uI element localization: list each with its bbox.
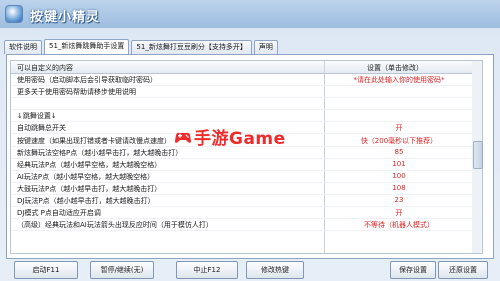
setting-value[interactable]: 开: [325, 208, 473, 218]
title-bar[interactable]: 按键小精灵: [0, 0, 500, 28]
setting-name: 更多关于使用密码帮助请移步使用说明: [17, 88, 136, 97]
setting-value[interactable]: 100: [325, 172, 473, 180]
vertical-scrollbar[interactable]: [472, 60, 483, 254]
setting-name: 经典玩法P点（越小越早空格，越大越晚空格）: [17, 160, 162, 169]
table-row[interactable]: （高级）经典玩法和AI玩法箭头出现反应时间（用于模仿人打） 不等待（机器人模式）: [11, 219, 473, 232]
column-header-setting[interactable]: 设置（单击修改）: [367, 63, 423, 73]
watermark-logo: 手游Game: [174, 124, 286, 149]
setting-value[interactable]: *请在此处输入你的使用密码*: [325, 75, 473, 85]
table-row[interactable]: 经典玩法P点（越小越早空格，越大越晚空格） 101: [11, 159, 473, 171]
setting-value[interactable]: 23: [325, 196, 473, 204]
setting-name: DJ玩法P点（越小越早击打，越大越晚击打）: [17, 197, 155, 205]
save-settings-button[interactable]: 保存设置: [390, 261, 436, 279]
setting-name: 按键速度（如果出现打错或者卡键请改慢点速度）: [17, 136, 171, 145]
stop-button[interactable]: 中止F12: [176, 261, 238, 279]
restore-settings-button[interactable]: 还原设置: [438, 261, 488, 279]
game-controller-icon: [175, 132, 191, 143]
table-row[interactable]: 使用密码（启动脚本后会引导获取临时密码） *请在此处输入你的使用密码*: [11, 74, 473, 86]
setting-value[interactable]: 开: [325, 123, 473, 133]
tab-statement[interactable]: 声明: [253, 40, 278, 54]
setting-name: 自动跳舞总开关: [17, 124, 66, 133]
setting-name: ↓跳舞设置↓: [17, 112, 57, 121]
setting-name: DJ模式 P点自动适应开启调: [17, 209, 101, 218]
setting-name: 新炫舞玩法空格P点（越小越早击打，越大越晚击打）: [17, 148, 183, 157]
table-header: 可以自定义的内容 设置（单击修改）: [11, 61, 473, 74]
change-hotkey-button[interactable]: 修改热键: [246, 261, 304, 279]
table-row[interactable]: 更多关于使用密码帮助请移步使用说明: [11, 86, 473, 99]
watermark-text: 手游Game: [194, 129, 286, 149]
start-button[interactable]: 启动F11: [14, 261, 78, 279]
settings-table: 可以自定义的内容 设置（单击修改） 使用密码（启动脚本后会引导获取临时密码） *请…: [10, 60, 474, 254]
setting-value[interactable]: 101: [325, 160, 473, 168]
setting-value[interactable]: 85: [325, 148, 473, 156]
tab-bean-score[interactable]: 51_新炫舞打豆豆刷分【支持多开】: [131, 40, 252, 54]
scrollbar-thumb[interactable]: [473, 141, 483, 169]
tab-bar: 软件说明 51_新炫舞跳舞助手设置 51_新炫舞打豆豆刷分【支持多开】 声明: [4, 39, 280, 54]
table-row[interactable]: AI玩法P点（越小越早空格，越大越晚空格） 100: [11, 171, 473, 183]
tab-dance-assistant-settings[interactable]: 51_新炫舞跳舞助手设置: [44, 39, 130, 54]
tab-software-info[interactable]: 软件说明: [4, 40, 42, 54]
app-title: 按键小精灵: [30, 10, 101, 25]
table-row[interactable]: ↓跳舞设置↓: [11, 110, 473, 123]
setting-value[interactable]: 108: [325, 184, 473, 192]
setting-name: （高级）经典玩法和AI玩法箭头出现反应时间（用于模仿人打）: [17, 221, 213, 230]
app-window: 按键小精灵 软件说明 51_新炫舞跳舞助手设置 51_新炫舞打豆豆刷分【支持多开…: [0, 0, 500, 281]
table-row[interactable]: DJ玩法P点（越小越早击打，越大越晚击打） 23: [11, 195, 473, 207]
setting-name: 大鼓玩法P点（越小越早击打，越大越晚击打）: [17, 184, 162, 193]
column-header-content: 可以自定义的内容: [17, 64, 73, 72]
setting-name: AI玩法P点（越小越早空格，越大越晚空格）: [17, 172, 155, 181]
table-row[interactable]: [11, 98, 473, 111]
setting-value[interactable]: 快（200毫秒以下推荐）: [325, 136, 473, 146]
table-row[interactable]: DJ模式 P点自动适应开启调 开: [11, 207, 473, 220]
setting-value[interactable]: 不等待（机器人模式）: [325, 220, 473, 230]
app-logo-icon: [6, 6, 22, 22]
pause-resume-button[interactable]: 暂停/继续(无): [90, 261, 154, 279]
table-row[interactable]: 大鼓玩法P点（越小越早击打，越大越晚击打） 108: [11, 183, 473, 195]
setting-name: 使用密码（启动脚本后会引导获取临时密码）: [17, 76, 157, 84]
